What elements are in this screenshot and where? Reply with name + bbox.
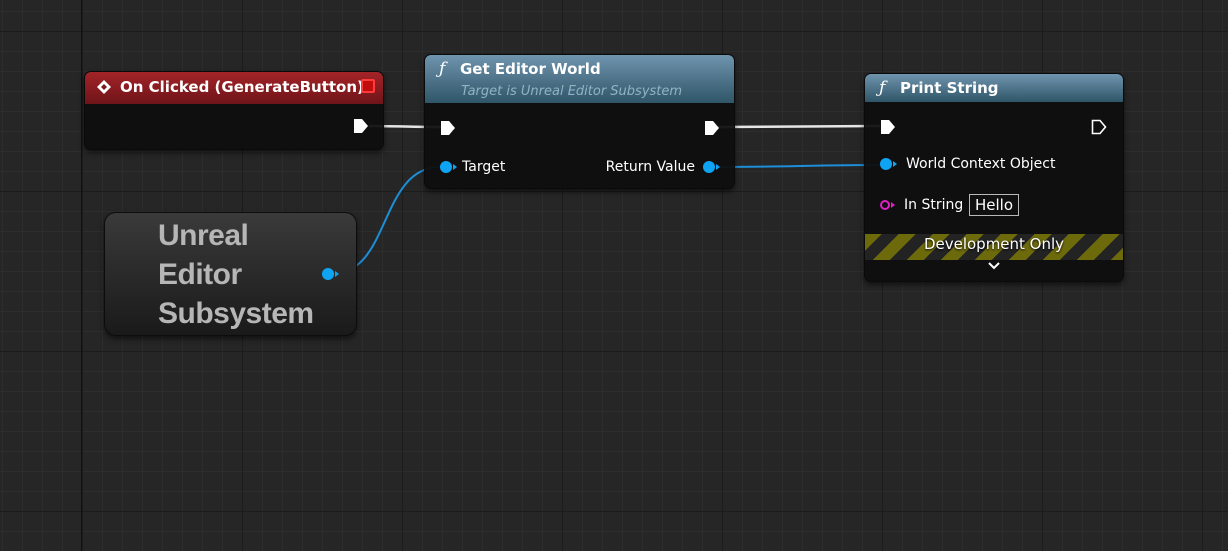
world-context-input-pin[interactable]: World Context Object [880, 156, 1055, 172]
string-pin-dot[interactable] [880, 200, 890, 210]
pin-arrow [891, 202, 895, 208]
blueprint-graph-canvas[interactable]: On Clicked (GenerateButton) ƒ Get Editor… [0, 0, 1228, 551]
target-pin-label: Target [462, 159, 506, 175]
function-icon: ƒ [879, 78, 886, 98]
exec-input-pin[interactable] [880, 119, 896, 135]
get-editor-world-subtitle: Target is Unreal Editor Subsystem [461, 84, 683, 99]
pin-arrow [893, 161, 897, 167]
subsystem-label: Unreal Editor Subsystem [158, 219, 314, 330]
subsystem-output-pin[interactable] [322, 268, 339, 280]
print-string-title: Print String [900, 79, 999, 97]
in-string-value-field[interactable]: Hello [969, 194, 1019, 216]
target-input-pin[interactable]: Target [440, 159, 505, 175]
delegate-icon[interactable] [361, 79, 375, 93]
exec-output-pin-unconnected[interactable] [1091, 119, 1107, 135]
exec-wire-geteditorworld-to-printstring [717, 124, 881, 129]
function-icon: ƒ [439, 59, 446, 79]
print-string-node[interactable]: ƒ Print String World Context Object In S… [864, 73, 1124, 282]
on-clicked-event-node[interactable]: On Clicked (GenerateButton) [84, 71, 384, 150]
exec-input-pin[interactable] [440, 120, 456, 136]
return-value-output-pin[interactable]: Return Value [606, 159, 720, 175]
print-string-header: ƒ Print String [865, 74, 1123, 102]
object-wire-return-to-worldcontext [715, 164, 883, 168]
object-pin-dot[interactable] [440, 161, 452, 173]
pin-arrow [716, 164, 720, 170]
unreal-editor-subsystem-node[interactable]: Unreal Editor Subsystem [104, 212, 357, 336]
on-clicked-title: On Clicked (GenerateButton) [120, 78, 364, 96]
in-string-input-pin[interactable]: In String [880, 197, 963, 213]
in-string-label: In String [904, 197, 964, 213]
get-editor-world-node[interactable]: ƒ Get Editor World Target is Unreal Edit… [424, 54, 735, 189]
development-only-label: Development Only [923, 235, 1065, 253]
graph-origin-line [81, 0, 82, 551]
world-context-label: World Context Object [906, 156, 1056, 172]
object-pin-dot[interactable] [322, 268, 334, 280]
chevron-down-icon[interactable] [987, 261, 1001, 271]
event-diamond-icon [97, 80, 111, 94]
object-pin-dot[interactable] [880, 158, 892, 170]
get-editor-world-title: Get Editor World [460, 60, 601, 78]
pin-arrow [335, 271, 339, 277]
on-clicked-header: On Clicked (GenerateButton) [85, 72, 383, 104]
exec-output-pin[interactable] [353, 118, 369, 134]
pin-arrow [453, 164, 457, 170]
object-pin-dot[interactable] [703, 161, 715, 173]
exec-output-pin[interactable] [704, 120, 720, 136]
return-value-label: Return Value [605, 159, 695, 175]
